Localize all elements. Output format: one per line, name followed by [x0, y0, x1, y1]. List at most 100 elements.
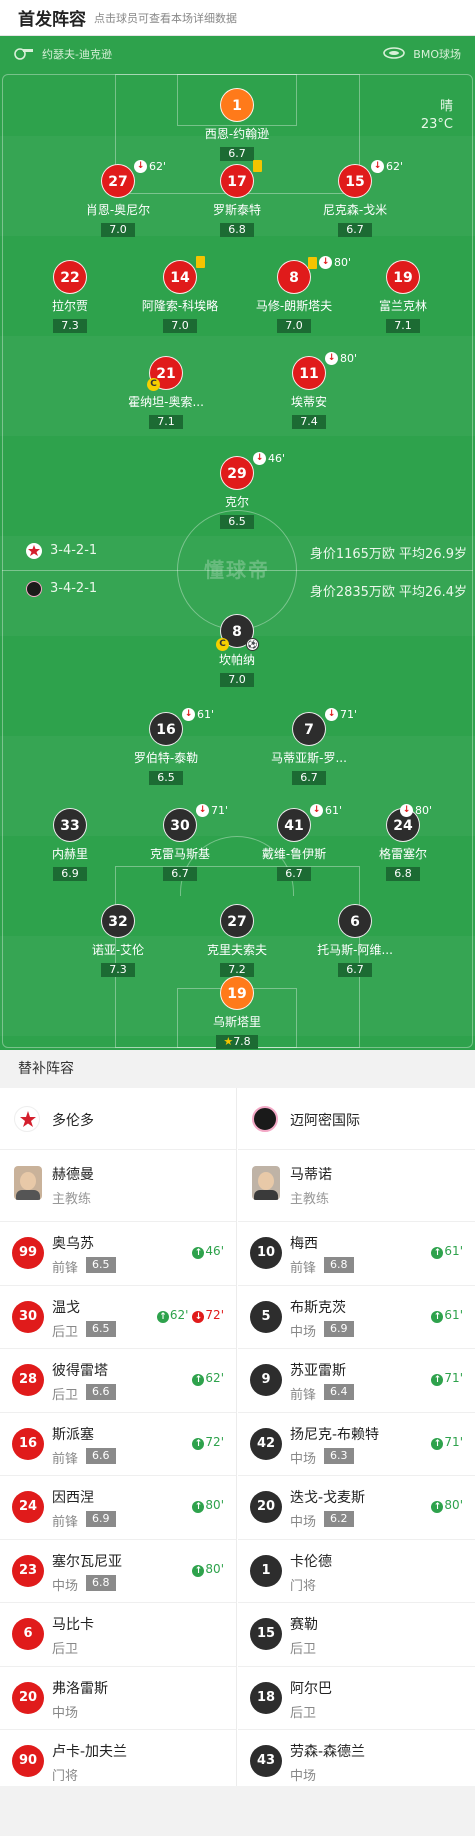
match-info-bar: 约瑟夫-迪克逊 BMO球场	[0, 36, 475, 72]
away-player[interactable]: 8 C ⚽ 坎帕纳 7.0	[182, 614, 292, 687]
bench-player-row[interactable]: 10 梅西 前锋 6.8 ↑ 61'	[238, 1222, 475, 1286]
away-player[interactable]: 6 托马斯-阿维... 6.7	[300, 904, 410, 977]
sub-out-icon: ↓	[182, 708, 195, 721]
player-number-badge: 9	[250, 1364, 282, 1396]
coach-name: 赫德曼	[52, 1167, 94, 1183]
bench-player-row[interactable]: 16 斯派塞 前锋 6.6 ↑ 72'	[0, 1413, 236, 1476]
toronto-logo-icon	[14, 1106, 40, 1132]
away-bench-column: 迈阿密国际 马蒂诺 主教练 10 梅西 前锋 6.8 ↑ 61' 5 布斯克茨 中…	[238, 1088, 475, 1786]
bench-player-row[interactable]: 18 阿尔巴 后卫	[238, 1667, 475, 1730]
bench-player-row[interactable]: 15 赛勒 后卫	[238, 1603, 475, 1667]
away-player[interactable]: 30 克雷马斯基 6.7 ↓ 71'	[125, 804, 235, 881]
player-name: 托马斯-阿维...	[317, 943, 393, 957]
home-player[interactable]: 14 阿隆索-科埃略 7.0	[125, 256, 235, 333]
away-player-goalkeeper[interactable]: 19 乌斯塔里 ★7.8	[182, 976, 292, 1049]
away-team-row[interactable]: 迈阿密国际	[238, 1088, 475, 1150]
player-rating: 7.3	[53, 319, 87, 333]
away-player[interactable]: 41 戴维-鲁伊斯 6.7 ↓ 61'	[239, 804, 349, 881]
home-player[interactable]: 17 罗斯泰特 6.8	[182, 160, 292, 237]
home-player[interactable]: 19 富兰克林 7.1	[348, 260, 458, 333]
star-icon: ★	[223, 1035, 234, 1048]
bench-player-row[interactable]: 5 布斯克茨 中场 6.9 ↑ 61'	[238, 1286, 475, 1349]
sub-events: ↑ 46'	[192, 1244, 224, 1259]
away-team-name: 迈阿密国际	[290, 1113, 360, 1129]
player-name: 阿隆索-科埃略	[141, 299, 219, 313]
player-number-badge: 27	[220, 904, 254, 938]
home-player[interactable]: 15 尼克森-戈米 6.7 ↓ 62'	[300, 160, 410, 237]
player-number-badge: 1	[250, 1554, 282, 1587]
card-event	[196, 256, 205, 268]
player-name: 诺亚-艾伦	[91, 943, 145, 957]
player-name: 拉尔贾	[51, 299, 88, 313]
sub-in-icon: ↑	[192, 1564, 205, 1577]
player-rating: 7.1	[149, 415, 183, 429]
player-rating: 7.0	[277, 319, 311, 333]
bench-player-row[interactable]: 6 马比卡 后卫	[0, 1603, 236, 1667]
home-player[interactable]: 21 C 霍纳坦-奥索... 7.1	[111, 356, 221, 429]
player-rating: 7.0	[220, 673, 254, 687]
sub-out-icon: ↓	[134, 160, 147, 173]
player-number-badge: 19	[386, 260, 420, 294]
bench-player-row[interactable]: 24 因西涅 前锋 6.9 ↑ 80'	[0, 1476, 236, 1540]
home-coach-row[interactable]: 赫德曼 主教练	[0, 1150, 236, 1222]
sub-out-icon: ↓	[319, 256, 332, 269]
away-coach-row[interactable]: 马蒂诺 主教练	[238, 1150, 475, 1222]
sub-in-minute: 62'	[205, 1371, 224, 1385]
player-name: 卢卡-加夫兰	[52, 1744, 128, 1760]
sub-minute: 80'	[340, 352, 358, 365]
sub-in-icon: ↑	[431, 1501, 444, 1513]
home-player[interactable]: 11 埃蒂安 7.4 ↓ 80'	[254, 352, 364, 429]
bench-player-row[interactable]: 90 卢卡-加夫兰 门将	[0, 1730, 236, 1794]
player-name: 尼克森-戈米	[322, 203, 388, 217]
away-player[interactable]: 33 内赫里 6.9	[15, 808, 125, 881]
sub-event: ↓ 71'	[325, 708, 357, 721]
player-rating: 6.8	[220, 223, 254, 237]
bench-player-row[interactable]: 20 弗洛雷斯 中场	[0, 1667, 236, 1730]
away-player[interactable]: 24 格雷塞尔 6.8 ↓ 80'	[348, 804, 458, 881]
bench-player-row[interactable]: 1 卡伦德 门将	[238, 1540, 475, 1603]
bench-player-row[interactable]: 42 扬尼克-布赖特 中场 6.3 ↑ 71'	[238, 1413, 475, 1476]
player-position: 中场	[290, 1451, 317, 1467]
sub-events: ↑ 71'	[431, 1371, 463, 1386]
home-team-row[interactable]: 多伦多	[0, 1088, 236, 1150]
away-team-badge-icon	[26, 581, 42, 597]
player-number-badge: 16	[12, 1427, 44, 1460]
player-name: 苏亚雷斯	[290, 1363, 346, 1379]
away-player[interactable]: 7 马蒂亚斯-罗... 6.7 ↓ 71'	[254, 708, 364, 785]
sub-in-icon: ↑	[156, 1310, 169, 1323]
player-position: 后卫	[52, 1388, 79, 1403]
home-player[interactable]: 29 克尔 6.5 ↓ 46'	[182, 452, 292, 529]
bench-player-row[interactable]: 30 温戈 后卫 6.5 ↑ 62' ↓ 72'	[0, 1286, 236, 1349]
yellow-card-icon	[308, 256, 317, 269]
player-name: 内赫里	[51, 847, 88, 861]
bench-player-row[interactable]: 20 迭戈-戈麦斯 中场 6.2 ↑ 80'	[238, 1476, 475, 1540]
home-player[interactable]: 27 肖恩-奥尼尔 7.0 ↓ 62'	[63, 160, 173, 237]
away-player[interactable]: 32 诺亚-艾伦 7.3	[63, 904, 173, 977]
away-player[interactable]: 27 克里夫索夫 7.2	[182, 904, 292, 977]
bench-player-row[interactable]: 9 苏亚雷斯 前锋 6.4 ↑ 71'	[238, 1349, 475, 1413]
lineup-header: 首发阵容 点击球员可查看本场详细数据	[0, 0, 475, 36]
bench-player-row[interactable]: 43 劳森-森德兰 中场	[238, 1730, 475, 1794]
player-number-badge: 8	[277, 260, 311, 294]
player-rating: 6.8	[324, 1257, 354, 1273]
player-name: 罗伯特-泰勒	[133, 751, 199, 765]
player-name: 西恩-约翰逊	[204, 127, 270, 141]
player-number-badge: 7	[292, 712, 326, 746]
player-number-badge: 43	[250, 1745, 282, 1777]
player-name: 克里夫索夫	[206, 943, 267, 957]
player-name: 克尔	[224, 495, 249, 509]
home-player[interactable]: 8 马修-朗斯塔夫 7.0 ↓ 80'	[239, 256, 351, 333]
player-number-badge: 6	[12, 1618, 44, 1650]
sub-in-icon: ↑	[431, 1310, 444, 1323]
bench-player-row[interactable]: 23 塞尔瓦尼亚 中场 6.8 ↑ 80'	[0, 1540, 236, 1603]
away-player[interactable]: 16 罗伯特-泰勒 6.5 ↓ 61'	[111, 708, 221, 785]
player-position: 后卫	[290, 1642, 317, 1657]
bench-player-row[interactable]: 28 彼得雷塔 后卫 6.6 ↑ 62'	[0, 1349, 236, 1413]
home-player-goalkeeper[interactable]: 1 西恩-约翰逊 6.7	[182, 88, 292, 161]
player-number-badge: 17	[220, 164, 254, 198]
home-player[interactable]: 22 拉尔贾 7.3	[15, 260, 125, 333]
sub-in-minute: 71'	[444, 1371, 463, 1385]
pitch: 约瑟夫-迪克逊 BMO球场 晴 23°C 懂球帝 3-4-2-1 身价1165万…	[0, 36, 475, 1050]
player-rating: 6.6	[86, 1447, 116, 1464]
bench-player-row[interactable]: 99 奥乌苏 前锋 6.5 ↑ 46'	[0, 1222, 236, 1286]
